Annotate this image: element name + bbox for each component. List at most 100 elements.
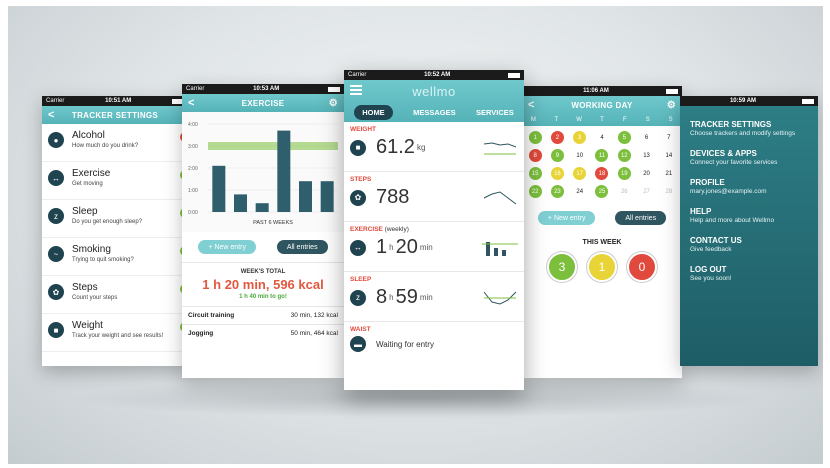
page-title: EXERCISE: [241, 98, 285, 108]
menu-item-contact-us[interactable]: CONTACT US Give feedback: [680, 230, 818, 259]
weekday-label: S: [668, 117, 673, 123]
menu-subtitle: Connect your favorite services: [690, 159, 778, 166]
exercise-icon: ↔: [48, 170, 64, 186]
weekday-label: M: [530, 117, 536, 123]
calendar-day[interactable]: 24: [573, 185, 586, 198]
back-button[interactable]: <: [188, 97, 195, 109]
bar: [299, 181, 312, 212]
calendar-day[interactable]: 11: [595, 149, 609, 162]
metric-sleep[interactable]: SLEEP z 8 h 59 min: [344, 272, 524, 322]
calendar-day[interactable]: 27: [640, 185, 653, 198]
menu-subtitle: mary.jones@example.com: [690, 188, 767, 195]
tracker-item-sleep[interactable]: z Sleep Do you get enough sleep?: [42, 200, 188, 238]
tracker-item-alcohol[interactable]: ● Alcohol How much do you drink?: [42, 124, 188, 162]
smoking-icon: ~: [48, 246, 64, 262]
metric-unit: h: [389, 293, 394, 302]
calendar-day[interactable]: 25: [595, 185, 609, 198]
weekday-header: MTWTFSS: [522, 114, 682, 126]
menu-item-help[interactable]: HELP Help and more about Wellmo: [680, 201, 818, 230]
menu-title: HELP: [690, 207, 712, 216]
calendar-day[interactable]: 23: [550, 185, 564, 198]
tracker-item-exercise[interactable]: ↔ Exercise Get moving: [42, 162, 188, 200]
calendar-day[interactable]: 7: [662, 131, 675, 144]
metric-value: 788: [376, 186, 410, 208]
calendar-day[interactable]: 18: [595, 167, 609, 180]
tab-messages[interactable]: MESSAGES: [413, 108, 456, 117]
menu-item-profile[interactable]: PROFILE mary.jones@example.com: [680, 172, 818, 201]
calendar-day[interactable]: 16: [550, 167, 564, 180]
week-summary: 310: [522, 252, 682, 282]
menu-icon[interactable]: [350, 85, 362, 97]
gear-icon[interactable]: ⚙: [329, 98, 338, 109]
new-entry-button[interactable]: + New entry: [198, 240, 256, 254]
metric-label-main: EXERCISE: [350, 226, 383, 233]
new-entry-button[interactable]: + New entry: [537, 211, 596, 225]
calendar-day[interactable]: 5: [617, 131, 631, 144]
entry-value: 50 min, 464 kcal: [290, 330, 338, 337]
menu-title: PROFILE: [690, 178, 725, 187]
menu-item-tracker-settings[interactable]: TRACKER SETTINGS Choose trackers and modi…: [680, 114, 818, 143]
menu-item-devices-apps[interactable]: DEVICES & APPS Connect your favorite serv…: [680, 143, 818, 172]
all-entries-button[interactable]: All entries: [615, 211, 667, 225]
calendar-day[interactable]: 20: [640, 167, 653, 180]
all-entries-button[interactable]: All entries: [276, 240, 328, 254]
metric-label: STEPS: [350, 176, 372, 183]
tracker-item-smoking[interactable]: ~ Smoking Trying to quit smoking?: [42, 238, 188, 276]
calendar-day[interactable]: 8: [528, 149, 542, 162]
metric-label: EXERCISE (weekly): [350, 226, 518, 233]
waist-icon: ▬: [350, 336, 366, 352]
calendar-day[interactable]: 26: [618, 185, 631, 198]
clock: 11:06 AM: [583, 88, 609, 94]
gear-icon[interactable]: ⚙: [667, 100, 676, 111]
clock: 10:52 AM: [424, 72, 451, 78]
list-item[interactable]: Circuit training 30 min, 132 kcal: [182, 306, 344, 324]
calendar-day[interactable]: 28: [662, 185, 675, 198]
metric-steps[interactable]: STEPS ✿ 788: [344, 172, 524, 222]
calendar-day[interactable]: 15: [528, 167, 542, 180]
calendar-day[interactable]: 14: [662, 149, 675, 162]
tab-services[interactable]: SERVICES: [476, 108, 514, 117]
tracker-item-steps[interactable]: ✿ Steps Count your steps: [42, 276, 188, 314]
bar: [255, 203, 269, 212]
y-tick-label: 1:00: [188, 188, 198, 194]
calendar-day[interactable]: 21: [662, 167, 675, 180]
metric-waist[interactable]: WAIST ▬ Waiting for entry: [344, 322, 524, 372]
calendar-day[interactable]: 13: [640, 149, 653, 162]
back-button[interactable]: <: [528, 99, 535, 111]
calendar-day[interactable]: 6: [640, 131, 653, 144]
calendar-day[interactable]: 2: [550, 131, 564, 144]
calendar-day[interactable]: 22: [528, 185, 542, 198]
weight-icon: ■: [48, 322, 64, 338]
metric-weight[interactable]: WEIGHT ■ 61.2 kg: [344, 122, 524, 172]
calendar-day[interactable]: 4: [595, 131, 608, 144]
calendar-day[interactable]: 1: [528, 131, 542, 144]
metric-unit: kg: [416, 143, 426, 152]
carrier-label: Carrier: [348, 72, 367, 78]
menu-item-log-out[interactable]: LOG OUT See you soon!: [680, 259, 818, 288]
list-item[interactable]: Jogging 50 min, 464 kcal: [182, 324, 344, 342]
back-button[interactable]: <: [48, 109, 55, 121]
tab-home[interactable]: HOME: [354, 104, 393, 120]
calendar-day[interactable]: 19: [617, 167, 631, 180]
calendar-day[interactable]: 17: [573, 167, 587, 180]
y-tick-label: 4:00: [188, 122, 198, 128]
battery-icon: [802, 98, 814, 104]
header: < EXERCISE ⚙: [182, 94, 344, 112]
entry-buttons: + New entry All entries: [522, 203, 682, 233]
calendar-day[interactable]: 10: [573, 149, 586, 162]
calendar-day[interactable]: 3: [573, 131, 587, 144]
calendar-day[interactable]: 9: [550, 149, 564, 162]
tracker-item-weight[interactable]: ■ Weight Track your weight and see results…: [42, 314, 188, 352]
bar: [320, 181, 334, 212]
alcohol-icon: ●: [48, 132, 64, 148]
week-count-badge: 3: [547, 252, 577, 282]
menu-title: LOG OUT: [690, 265, 727, 274]
weekday-label: F: [623, 117, 627, 123]
menu-subtitle: Give feedback: [690, 246, 732, 253]
metric-label: WEIGHT: [350, 126, 376, 133]
page-title: WORKING DAY: [571, 100, 633, 110]
steps-icon: ✿: [350, 189, 366, 206]
calendar-day[interactable]: 12: [617, 149, 631, 162]
metric-exercise[interactable]: EXERCISE (weekly) ↔ 1 h 20 min: [344, 222, 524, 272]
exercise-chart: 4:00 3:00 2:00 1:00 0:00 PAST 6 WEEKS: [182, 112, 344, 232]
